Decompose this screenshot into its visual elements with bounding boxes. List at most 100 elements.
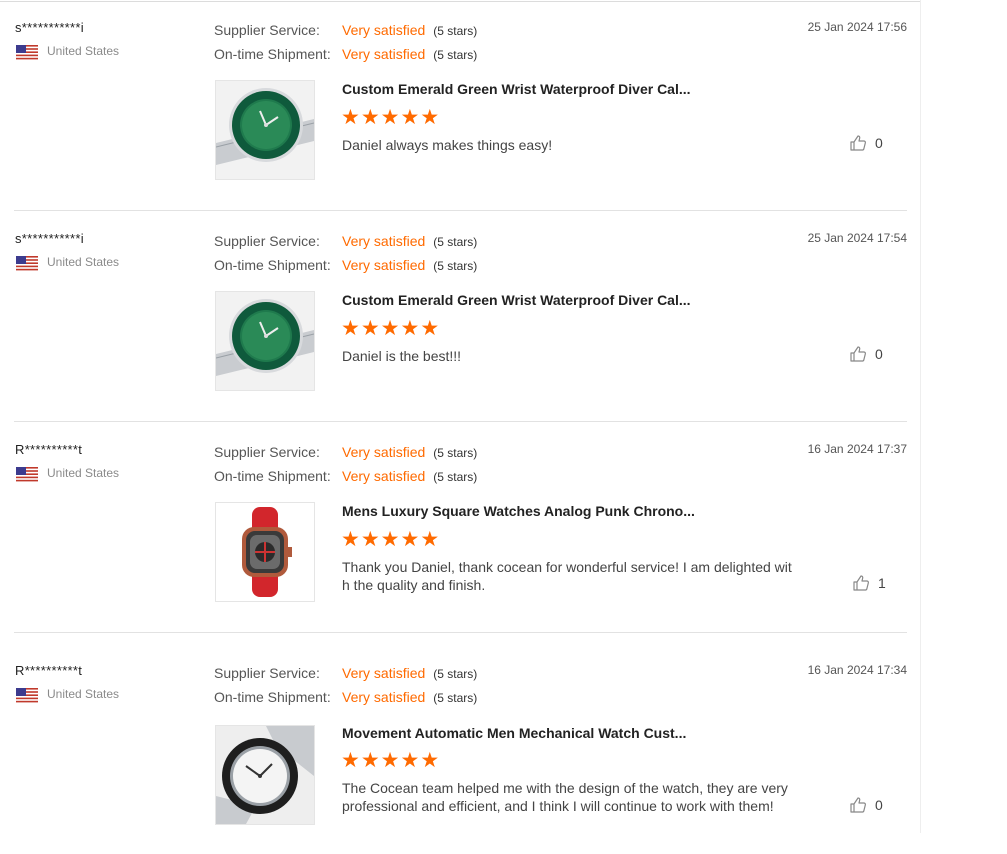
us-flag-icon bbox=[16, 256, 38, 271]
supplier-service-value: Very satisfied bbox=[342, 444, 426, 460]
supplier-service-row: Supplier Service: Very satisfied (5 stars) bbox=[214, 665, 477, 681]
supplier-service-row: Supplier Service: Very satisfied (5 stars) bbox=[214, 233, 477, 249]
supplier-service-stars: (5 stars) bbox=[433, 24, 478, 38]
star-icon: ★ bbox=[360, 749, 380, 772]
shipment-stars: (5 stars) bbox=[433, 48, 478, 62]
star-icon: ★ bbox=[420, 749, 440, 772]
star-icon: ★ bbox=[400, 749, 420, 772]
review-comment: Daniel always makes things easy! bbox=[342, 137, 553, 153]
reviewer-country: United States bbox=[47, 44, 120, 58]
star-icon: ★ bbox=[400, 528, 420, 551]
supplier-service-label: Supplier Service: bbox=[214, 233, 320, 249]
review-item: s***********i United States Supplier Ser… bbox=[0, 211, 921, 422]
product-image[interactable] bbox=[215, 80, 315, 180]
shipment-row: On-time Shipment: Very satisfied (5 stars) bbox=[214, 468, 477, 484]
review-item: R**********t United States Supplier Serv… bbox=[0, 422, 921, 633]
review-date: 25 Jan 2024 17:56 bbox=[807, 20, 907, 34]
supplier-service-stars: (5 stars) bbox=[433, 667, 478, 681]
like-count: 0 bbox=[875, 135, 883, 151]
rating-stars: ★ ★ ★ ★ ★ bbox=[341, 749, 439, 773]
star-icon: ★ bbox=[341, 317, 360, 340]
supplier-service-label: Supplier Service: bbox=[214, 444, 320, 460]
like-button[interactable]: 0 bbox=[849, 796, 883, 814]
shipment-row: On-time Shipment: Very satisfied (5 stars) bbox=[214, 46, 477, 62]
review-comment: The Cocean team helped me with the desig… bbox=[342, 780, 788, 814]
star-icon: ★ bbox=[341, 528, 360, 551]
shipment-value: Very satisfied bbox=[342, 257, 426, 273]
star-icon: ★ bbox=[400, 317, 420, 340]
star-icon: ★ bbox=[360, 528, 380, 551]
product-image[interactable] bbox=[215, 291, 315, 391]
star-icon: ★ bbox=[380, 106, 400, 129]
review-date: 16 Jan 2024 17:34 bbox=[807, 663, 907, 677]
like-count: 1 bbox=[878, 575, 886, 591]
product-image[interactable] bbox=[215, 725, 315, 825]
star-icon: ★ bbox=[360, 317, 380, 340]
thumbs-up-icon bbox=[853, 575, 869, 591]
reviewer-country: United States bbox=[47, 687, 120, 701]
rating-stars: ★ ★ ★ ★ ★ bbox=[341, 528, 439, 552]
star-icon: ★ bbox=[380, 528, 400, 551]
star-icon: ★ bbox=[380, 749, 400, 772]
star-icon: ★ bbox=[420, 106, 440, 129]
star-icon: ★ bbox=[360, 106, 380, 129]
review-date: 25 Jan 2024 17:54 bbox=[807, 231, 907, 245]
like-button[interactable]: 1 bbox=[852, 574, 886, 592]
product-title-link[interactable]: Mens Luxury Square Watches Analog Punk C… bbox=[342, 503, 695, 519]
product-image[interactable] bbox=[215, 502, 315, 602]
like-button[interactable]: 0 bbox=[849, 134, 883, 152]
supplier-service-row: Supplier Service: Very satisfied (5 stars) bbox=[214, 444, 477, 460]
supplier-service-stars: (5 stars) bbox=[433, 446, 478, 460]
reviewer-country: United States bbox=[47, 466, 120, 480]
supplier-service-stars: (5 stars) bbox=[433, 235, 478, 249]
supplier-service-value: Very satisfied bbox=[342, 22, 426, 38]
star-icon: ★ bbox=[341, 106, 360, 129]
product-title-link[interactable]: Movement Automatic Men Mechanical Watch … bbox=[342, 725, 686, 741]
star-icon: ★ bbox=[341, 749, 360, 772]
shipment-stars: (5 stars) bbox=[433, 259, 478, 273]
product-title-link[interactable]: Custom Emerald Green Wrist Waterproof Di… bbox=[342, 81, 691, 97]
shipment-value: Very satisfied bbox=[342, 468, 426, 484]
star-icon: ★ bbox=[420, 317, 440, 340]
like-count: 0 bbox=[875, 797, 883, 813]
rating-stars: ★ ★ ★ ★ ★ bbox=[341, 317, 439, 341]
review-item: R**********t United States Supplier Serv… bbox=[0, 643, 921, 854]
reviewer-name: R**********t bbox=[15, 442, 83, 457]
shipment-value: Very satisfied bbox=[342, 46, 426, 62]
shipment-row: On-time Shipment: Very satisfied (5 stars) bbox=[214, 689, 477, 705]
shipment-label: On-time Shipment: bbox=[214, 257, 331, 273]
review-divider bbox=[14, 632, 907, 633]
us-flag-icon bbox=[16, 467, 38, 482]
reviewer-name: s***********i bbox=[15, 231, 84, 246]
thumbs-up-icon bbox=[850, 797, 866, 813]
supplier-service-row: Supplier Service: Very satisfied (5 stars) bbox=[214, 22, 477, 38]
like-button[interactable]: 0 bbox=[849, 345, 883, 363]
review-item: s***********i United States Supplier Ser… bbox=[0, 0, 921, 211]
thumbs-up-icon bbox=[850, 346, 866, 362]
shipment-label: On-time Shipment: bbox=[214, 468, 331, 484]
review-comment: Daniel is the best!!! bbox=[342, 348, 462, 364]
reviewer-country: United States bbox=[47, 255, 120, 269]
reviewer-name: R**********t bbox=[15, 663, 83, 678]
supplier-service-value: Very satisfied bbox=[342, 665, 426, 681]
shipment-row: On-time Shipment: Very satisfied (5 stars) bbox=[214, 257, 477, 273]
shipment-label: On-time Shipment: bbox=[214, 46, 331, 62]
us-flag-icon bbox=[16, 688, 38, 703]
review-comment: Thank you Daniel, thank cocean for wonde… bbox=[342, 559, 792, 593]
supplier-service-label: Supplier Service: bbox=[214, 665, 320, 681]
shipment-label: On-time Shipment: bbox=[214, 689, 331, 705]
supplier-service-label: Supplier Service: bbox=[214, 22, 320, 38]
star-icon: ★ bbox=[420, 528, 440, 551]
reviewer-name: s***********i bbox=[15, 20, 84, 35]
us-flag-icon bbox=[16, 45, 38, 60]
star-icon: ★ bbox=[400, 106, 420, 129]
review-date: 16 Jan 2024 17:37 bbox=[807, 442, 907, 456]
shipment-stars: (5 stars) bbox=[433, 691, 478, 705]
product-title-link[interactable]: Custom Emerald Green Wrist Waterproof Di… bbox=[342, 292, 691, 308]
shipment-stars: (5 stars) bbox=[433, 470, 478, 484]
thumbs-up-icon bbox=[850, 135, 866, 151]
star-icon: ★ bbox=[380, 317, 400, 340]
like-count: 0 bbox=[875, 346, 883, 362]
shipment-value: Very satisfied bbox=[342, 689, 426, 705]
rating-stars: ★ ★ ★ ★ ★ bbox=[341, 106, 439, 130]
